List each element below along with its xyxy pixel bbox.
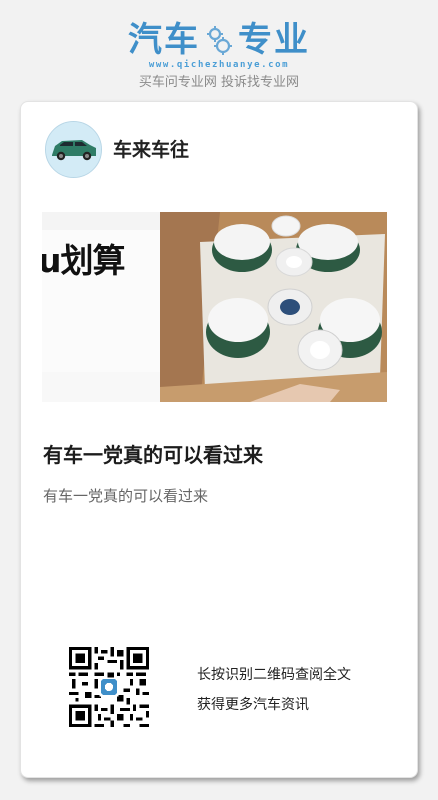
brand-logo: 汽车 专业	[0, 18, 438, 62]
author-avatar[interactable]	[45, 121, 102, 178]
article-image-right	[160, 212, 387, 402]
article-summary: 有车一党真的可以看过来	[43, 487, 209, 505]
brand-name-left: 汽车	[128, 20, 200, 60]
gear-icon	[206, 25, 232, 55]
article-title[interactable]: 有车一党真的可以看过来	[43, 439, 263, 468]
article-card[interactable]: 车来车往 u划算 有车一党真的可以看过来 有车一党真的可以看过来 长按识别二维码…	[20, 101, 418, 778]
article-image-left: u划算	[42, 212, 160, 402]
brand-name-right: 专业	[238, 20, 310, 60]
qr-code-icon[interactable]	[69, 647, 149, 727]
qr-hint-line2: 获得更多汽车资讯	[197, 697, 309, 713]
car-avatar-icon	[46, 122, 101, 177]
brand-url: www.qichezhuanye.com	[148, 60, 290, 70]
brand-slogan: 买车问专业网 投诉找专业网	[138, 75, 300, 90]
image-overlay-text: u划算	[42, 241, 125, 280]
qr-hint-line1: 长按识别二维码查阅全文	[197, 667, 351, 683]
author-name[interactable]: 车来车往	[113, 135, 189, 162]
